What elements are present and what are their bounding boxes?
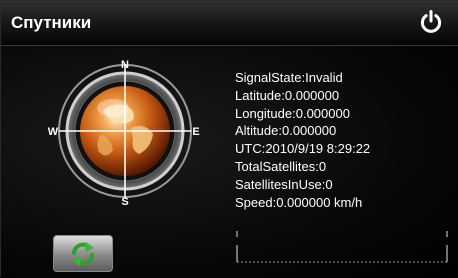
latitude-text: Latitude:0.000000 bbox=[235, 87, 340, 103]
compass-west-label: W bbox=[48, 126, 59, 138]
refresh-button[interactable] bbox=[53, 235, 113, 272]
longitude-text: Longitude:0.000000 bbox=[235, 105, 350, 121]
utc-text: UTC:2010/9/19 8:29:22 bbox=[235, 141, 371, 157]
compass-east-label: E bbox=[192, 126, 199, 138]
compass-north-label: N bbox=[121, 59, 129, 71]
signal-strength-chart bbox=[236, 231, 448, 263]
gps-info: SignalState:Invalid Latitude:0.000000 Lo… bbox=[235, 69, 370, 211]
compass: N S W E bbox=[48, 59, 200, 206]
speed-text: Speed:0.000000 km/h bbox=[235, 194, 363, 210]
refresh-icon bbox=[72, 242, 94, 266]
title-bar: Спутники bbox=[1, 1, 458, 46]
signal-state-text: SignalState:Invalid bbox=[235, 70, 343, 85]
total-satellites-text: TotalSatellites:0 bbox=[235, 158, 327, 174]
app-window: Спутники N S W E SignalState:Invalid Lat… bbox=[0, 0, 458, 278]
satellites-in-use-text: SatellitesInUse:0 bbox=[235, 176, 333, 192]
altitude-text: Altitude:0.000000 bbox=[235, 123, 337, 139]
power-icon bbox=[420, 10, 442, 33]
power-button[interactable] bbox=[418, 9, 444, 35]
compass-south-label: S bbox=[121, 196, 128, 206]
page-title: Спутники bbox=[11, 13, 92, 32]
